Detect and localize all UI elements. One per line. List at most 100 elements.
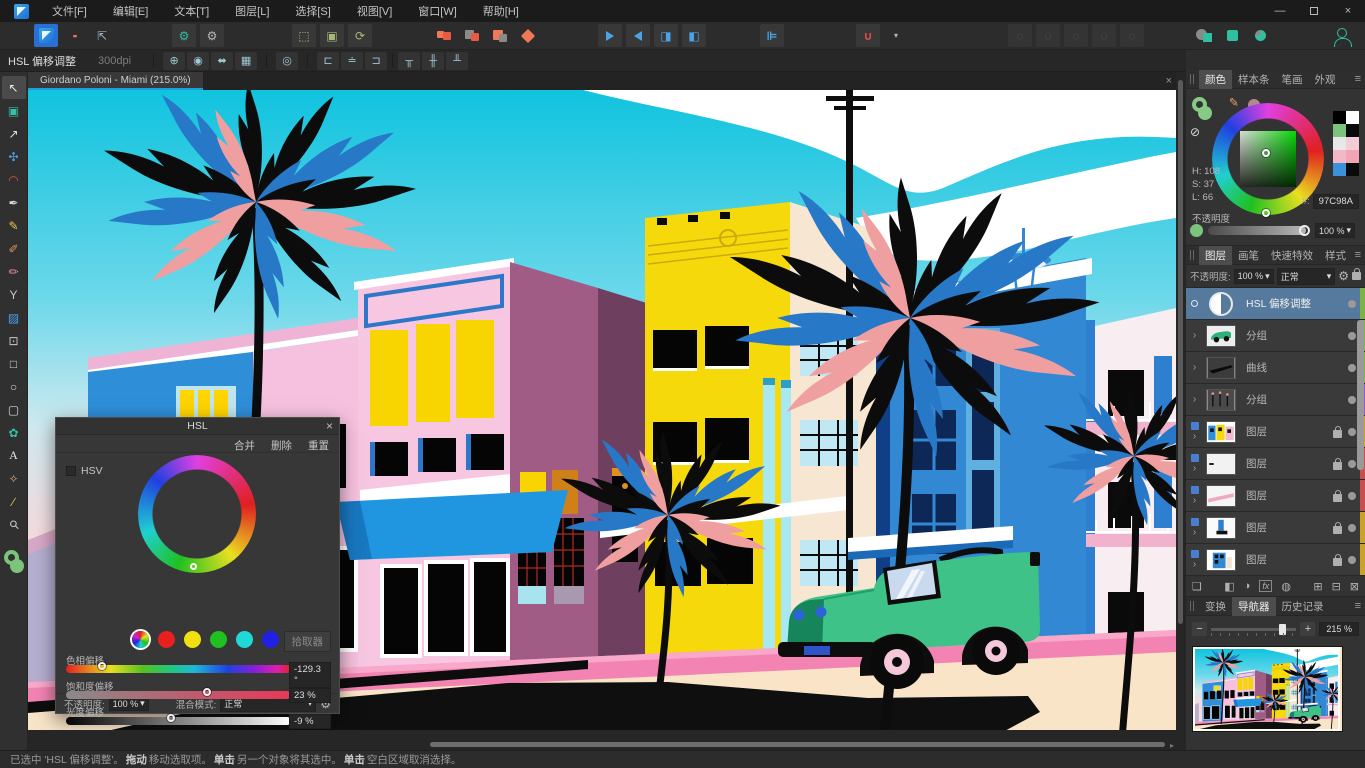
panel-grip-icon[interactable] (1190, 74, 1194, 84)
layers-lock-icon[interactable] (1352, 272, 1361, 280)
expand-arrow-icon[interactable]: › (1193, 527, 1196, 538)
hsl-color-wheel[interactable] (138, 455, 256, 573)
artboard-center-button[interactable]: ▣ (320, 24, 344, 47)
pattern-icon[interactable]: ◍ (1281, 580, 1291, 593)
luminosity-shift-value[interactable]: -9 % (289, 714, 331, 729)
crop-tool[interactable]: ⊡ (2, 329, 26, 352)
fill-stroke-indicator[interactable] (4, 550, 24, 574)
tab-navigator[interactable]: 导航器 (1232, 597, 1276, 616)
insert-ontop-button[interactable] (1248, 24, 1272, 47)
account-button[interactable] (1330, 24, 1354, 47)
hsl-merge-button[interactable]: 合并 (234, 438, 255, 452)
swatch-yellow[interactable] (184, 631, 201, 648)
expand-arrow-icon[interactable]: › (1186, 352, 1203, 383)
hsl-delete-button[interactable]: 删除 (271, 438, 292, 452)
color-picker-tool[interactable]: ✧ (2, 467, 26, 490)
layer-row[interactable]: › 曲线 (1186, 352, 1365, 384)
shape-tool[interactable]: ✿ (2, 421, 26, 444)
luminosity-shift-knob[interactable] (167, 714, 175, 722)
zoom-out-button[interactable]: − (1192, 622, 1207, 636)
hsl-dialog-titlebar[interactable]: HSL × (56, 418, 339, 435)
visibility-dot[interactable] (1348, 524, 1356, 532)
mask-layer-icon[interactable]: ◧ (1224, 580, 1234, 593)
align-left-button[interactable]: ⊏ (317, 52, 339, 70)
insert-inside-button[interactable] (1220, 24, 1244, 47)
visibility-dot[interactable] (1348, 364, 1356, 372)
boolean-intersect-button[interactable] (488, 24, 512, 47)
artboard-tool[interactable]: ▣ (2, 99, 26, 122)
visibility-dot[interactable] (1348, 556, 1356, 564)
fill-tool[interactable]: Y (2, 283, 26, 306)
saturation-shift-knob[interactable] (203, 688, 211, 696)
edit-all-layers-button[interactable]: ◉ (187, 52, 209, 70)
node-tool[interactable]: ↗ (2, 122, 26, 145)
delete-layer-icon[interactable]: ⊠ (1350, 580, 1359, 593)
tab-history[interactable]: 历史记录 (1276, 597, 1330, 616)
zoom-slider-knob[interactable] (1279, 624, 1286, 635)
duplicate-layer-icon[interactable]: ❏ (1192, 580, 1202, 593)
lock-icon[interactable] (1333, 526, 1342, 534)
menu-view[interactable]: 视图[V] (344, 0, 405, 22)
vector-brush-tool[interactable]: ✐ (2, 237, 26, 260)
menu-file[interactable]: 文件[F] (39, 0, 100, 22)
artboard-rotate-button[interactable]: ⟳ (348, 24, 372, 47)
recent-swatches[interactable] (1333, 111, 1359, 176)
tab-stroke[interactable]: 笔画 (1276, 70, 1309, 89)
menu-layer[interactable]: 图层[L] (222, 0, 282, 22)
layer-row[interactable]: › 图层 (1186, 416, 1365, 448)
swatch-green[interactable] (210, 631, 227, 648)
lock-icon[interactable] (1333, 494, 1342, 502)
layer-row[interactable]: › 分组 (1186, 320, 1365, 352)
align-middle-button[interactable]: ╫ (422, 52, 444, 70)
eyedropper-icon[interactable]: ✐ (1226, 97, 1240, 107)
hsl-close-icon[interactable]: × (326, 419, 333, 433)
visibility-dot[interactable] (1348, 332, 1356, 340)
tab-brushes[interactable]: 画笔 (1232, 246, 1265, 265)
alignment-button[interactable]: ⊫ (760, 24, 784, 47)
layer-row[interactable]: › 分组 (1186, 384, 1365, 416)
rounded-rectangle-tool[interactable]: ▢ (2, 398, 26, 421)
zoom-in-button[interactable]: + (1300, 622, 1315, 636)
canvas-horizontal-scrollbar[interactable]: ▸ (28, 740, 1176, 750)
menu-edit[interactable]: 编辑[E] (100, 0, 161, 22)
rectangle-tool[interactable]: □ (2, 352, 26, 375)
lock-icon[interactable] (1333, 558, 1342, 566)
pencil-tool[interactable]: ✎ (2, 214, 26, 237)
insert-target-button[interactable]: ⊕ (163, 52, 185, 70)
saturation-shift-slider[interactable] (66, 691, 291, 699)
hue-shift-slider[interactable] (66, 665, 291, 673)
align-top-button[interactable]: ╥ (398, 52, 420, 70)
lock-icon[interactable] (1333, 462, 1342, 470)
navigator-thumbnail[interactable] (1192, 646, 1343, 732)
preferences-gear-button[interactable]: ⚙ (172, 24, 196, 47)
fill-swatch-icon[interactable] (1198, 106, 1212, 120)
zoom-slider[interactable] (1211, 628, 1297, 631)
align-right-button[interactable]: ⊐ (365, 52, 387, 70)
panel-grip-icon[interactable] (1190, 601, 1194, 611)
expand-arrow-icon[interactable]: › (1186, 320, 1203, 351)
boolean-subtract-button[interactable] (460, 24, 484, 47)
pen-tool[interactable]: ✒ (2, 191, 26, 214)
zoom-value[interactable]: 215 % (1319, 622, 1359, 636)
pixel-persona-button[interactable]: ▪▪ (62, 24, 86, 47)
snapping-dropdown[interactable]: ▾ (884, 24, 908, 47)
fx-icon[interactable]: fx (1259, 580, 1272, 592)
blend-mode-dropdown[interactable]: 正常 ▾ (1277, 268, 1336, 285)
new-layer-icon[interactable]: ⊞ (1313, 580, 1322, 593)
minimize-button[interactable]: — (1263, 0, 1297, 22)
snapping-magnet-button[interactable]: ∪ (856, 24, 880, 47)
move-backward-button[interactable]: ◧ (682, 24, 706, 47)
tab-appearance[interactable]: 外观 (1309, 70, 1342, 89)
hex-field[interactable]: 97C98A (1313, 194, 1359, 209)
horizontal-scrollbar[interactable] (28, 730, 1176, 740)
tab-transform[interactable]: 变换 (1199, 597, 1232, 616)
ellipse-tool[interactable]: ○ (2, 375, 26, 398)
move-forward-button[interactable]: ◨ (654, 24, 678, 47)
rotation-button[interactable]: ◎ (276, 52, 298, 70)
hsl-reset-button[interactable]: 重置 (308, 438, 329, 452)
vscroll-thumb[interactable] (1178, 80, 1183, 624)
assistant-gear-button[interactable]: ⚙ (200, 24, 224, 47)
expand-arrow-icon[interactable]: › (1186, 384, 1203, 415)
hscroll-arrow-icon[interactable]: ▸ (1170, 741, 1174, 750)
layers-scrollbar-thumb[interactable] (1357, 320, 1364, 470)
